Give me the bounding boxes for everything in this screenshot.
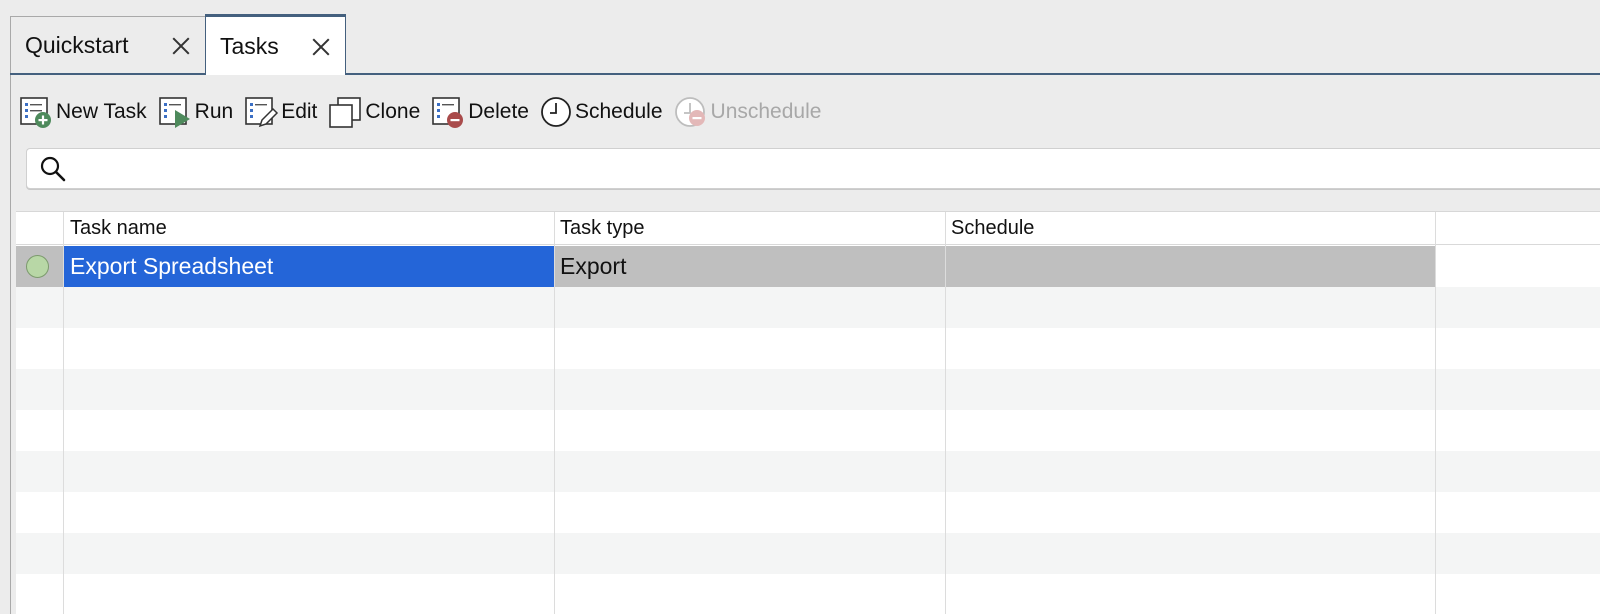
status-idle-icon (26, 255, 49, 278)
column-separator (945, 212, 946, 614)
tab-quickstart-label: Quickstart (25, 32, 129, 58)
column-separator (554, 212, 555, 614)
delete-button[interactable]: Delete (430, 92, 529, 132)
column-separator (1435, 212, 1436, 614)
delete-label: Delete (468, 100, 529, 123)
unschedule-button[interactable]: Unschedule (673, 92, 822, 132)
unschedule-label: Unschedule (710, 100, 822, 123)
task-edit-icon (245, 97, 279, 128)
schedule-button[interactable]: Schedule (539, 92, 663, 132)
search-input[interactable] (75, 157, 1555, 180)
clock-icon (541, 97, 571, 127)
toolbar: New Task Run Edit Clone Delete Schedule … (18, 92, 831, 132)
task-run-icon (158, 97, 190, 128)
empty-row (16, 369, 1600, 410)
new-task-label: New Task (56, 100, 147, 123)
clone-button[interactable]: Clone (327, 92, 420, 132)
close-icon[interactable] (311, 37, 331, 57)
run-label: Run (194, 100, 234, 123)
empty-row (16, 574, 1600, 614)
task-add-icon (20, 97, 51, 128)
tab-tasks[interactable]: Tasks (205, 14, 346, 75)
schedule-cell[interactable] (945, 246, 1435, 287)
close-icon[interactable] (171, 36, 191, 56)
tasks-table: Task name Task type Schedule Export Spre… (16, 211, 1600, 614)
tab-bar: Quickstart Tasks (0, 0, 1600, 75)
new-task-button[interactable]: New Task (18, 92, 147, 132)
column-separator (63, 212, 64, 614)
empty-row (16, 328, 1600, 369)
schedule-label: Schedule (574, 100, 663, 123)
status-cell (16, 246, 64, 287)
search-bar (26, 148, 1600, 189)
empty-row (16, 451, 1600, 492)
empty-row (16, 492, 1600, 533)
search-icon (40, 156, 66, 181)
clone-icon (329, 97, 362, 128)
edit-label: Edit (281, 100, 318, 123)
edit-button[interactable]: Edit (243, 92, 317, 132)
task-name-cell[interactable]: Export Spreadsheet (64, 246, 554, 287)
column-header-schedule[interactable]: Schedule (945, 212, 1034, 245)
clock-remove-icon (674, 97, 705, 127)
run-button[interactable]: Run (157, 92, 234, 132)
task-delete-icon (432, 97, 464, 128)
clone-label: Clone (365, 100, 421, 123)
tab-quickstart[interactable]: Quickstart (10, 16, 206, 74)
column-header-task-name[interactable]: Task name (64, 212, 167, 245)
table-row[interactable]: Export Spreadsheet Export (16, 246, 1600, 287)
empty-row (16, 410, 1600, 451)
column-header-task-type[interactable]: Task type (554, 212, 644, 245)
table-header: Task name Task type Schedule (16, 212, 1600, 245)
tab-tasks-label: Tasks (220, 32, 279, 59)
empty-row (16, 533, 1600, 574)
empty-row (16, 287, 1600, 328)
task-type-cell[interactable]: Export (554, 246, 945, 287)
